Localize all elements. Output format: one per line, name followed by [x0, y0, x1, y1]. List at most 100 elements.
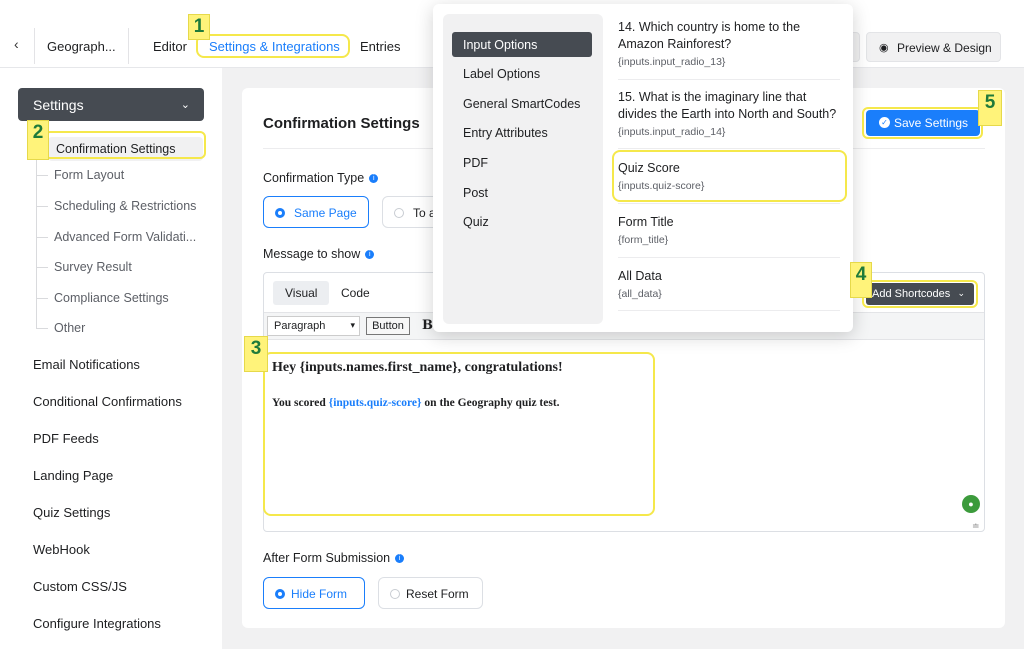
tree-tick [36, 267, 48, 268]
category-entry-attributes[interactable]: Entry Attributes [463, 126, 548, 140]
radio-hide-form[interactable]: Hide Form [263, 577, 365, 609]
insert-button-button[interactable]: Button [366, 317, 410, 335]
sidebar-item-conditional-confirmations[interactable]: Conditional Confirmations [33, 394, 182, 409]
form-name[interactable]: Geograph... [47, 39, 116, 54]
radio-dot [275, 208, 285, 218]
category-post[interactable]: Post [463, 186, 488, 200]
chevron-down-icon: ⌄ [957, 288, 965, 298]
info-icon: i [365, 250, 375, 260]
info-icon: i [395, 554, 405, 564]
paragraph-text: on the Geography quiz test. [421, 397, 560, 409]
shortcode-item-title[interactable]: Form Title [618, 214, 846, 231]
sidebar-item-email-notifications[interactable]: Email Notifications [33, 357, 140, 372]
divider [128, 28, 129, 64]
radio-label: Reset Form [406, 587, 469, 601]
shortcode-text: {inputs.quiz-score} [328, 397, 422, 409]
check-circle-icon: ✓ [879, 117, 890, 128]
tree-tick [36, 298, 48, 299]
divider [618, 310, 840, 311]
page-title: Confirmation Settings [263, 115, 420, 132]
sidebar-item-form-layout[interactable]: Form Layout [54, 168, 124, 182]
preview-design-button[interactable]: ◉ Preview & Design [866, 32, 1001, 62]
tab-settings-integrations[interactable]: Settings & Integrations [209, 39, 340, 54]
sidebar-item-webhook[interactable]: WebHook [33, 542, 90, 557]
tab-entries[interactable]: Entries [360, 39, 400, 54]
shortcode-item-code: {inputs.input_radio_14} [618, 126, 726, 138]
annotation-badge: 3 [244, 336, 268, 372]
divider [618, 148, 840, 149]
annotation-badge: 4 [850, 262, 872, 298]
radio-label: Same Page [294, 206, 357, 220]
preview-label: Preview & Design [897, 41, 992, 55]
sidebar-item-custom-css-js[interactable]: Custom CSS/JS [33, 579, 127, 594]
category-pdf[interactable]: PDF [463, 156, 488, 170]
shortcode-item-code: {all_data} [618, 288, 662, 300]
category-input-options[interactable]: Input Options [452, 32, 592, 57]
sidebar-item-confirmation-settings[interactable]: Confirmation Settings [48, 137, 203, 161]
radio-reset-form[interactable]: Reset Form [378, 577, 483, 609]
radio-same-page[interactable]: Same Page [263, 196, 369, 228]
info-icon: i [369, 174, 379, 184]
tab-visual[interactable]: Visual [273, 281, 330, 305]
category-quiz[interactable]: Quiz [463, 215, 489, 229]
add-shortcodes-label: Add Shortcodes [872, 288, 951, 300]
radio-label: Hide Form [291, 587, 348, 601]
shortcode-item-code: {inputs.input_radio_13} [618, 56, 726, 68]
divider [618, 203, 840, 204]
tree-tick [36, 328, 48, 329]
message-label-text: Message to show [263, 247, 361, 261]
bold-button[interactable]: B [422, 318, 433, 333]
tree-tick [36, 206, 48, 207]
category-general-smartcodes[interactable]: General SmartCodes [463, 97, 580, 111]
confirmation-type-label: Confirmation Type i [263, 171, 379, 185]
sidebar-item-pdf-feeds[interactable]: PDF Feeds [33, 431, 99, 446]
sidebar-item-advanced-validation[interactable]: Advanced Form Validati... [54, 230, 196, 244]
annotation-badge: 5 [978, 90, 1002, 126]
robot-icon[interactable]: ● [962, 495, 980, 513]
divider [618, 257, 840, 258]
sidebar-item-other[interactable]: Other [54, 321, 85, 335]
shortcode-item-title[interactable]: Quiz Score [618, 160, 846, 177]
confirmation-type-text: Confirmation Type [263, 171, 365, 185]
sidebar-item-compliance[interactable]: Compliance Settings [54, 291, 169, 305]
paragraph-select[interactable]: Paragraph ▾ [267, 316, 360, 336]
message-label: Message to show i [263, 247, 375, 261]
tab-editor[interactable]: Editor [153, 39, 187, 54]
tree-tick [36, 237, 48, 238]
shortcode-item-title[interactable]: 14. Which country is home to the Amazon … [618, 19, 846, 53]
annotation-badge: 1 [188, 14, 210, 40]
divider [618, 79, 840, 80]
settings-dropdown[interactable]: Settings ⌄ [18, 88, 204, 121]
resize-handle-icon[interactable]: ≐ [972, 521, 980, 532]
eye-icon: ◉ [879, 42, 889, 54]
sidebar-item-quiz-settings[interactable]: Quiz Settings [33, 505, 110, 520]
caret-down-icon: ▾ [350, 320, 355, 330]
paragraph-select-value: Paragraph [274, 320, 326, 332]
sidebar-item-landing-page[interactable]: Landing Page [33, 468, 113, 483]
after-submission-label: After Form Submission i [263, 551, 405, 565]
save-label: Save Settings [894, 116, 969, 130]
category-label-options[interactable]: Label Options [463, 67, 540, 81]
sidebar-item-configure-integrations[interactable]: Configure Integrations [33, 616, 161, 631]
editor-paragraph[interactable]: You scored {inputs.quiz-score} on the Ge… [272, 397, 560, 409]
radio-dot [390, 589, 400, 599]
divider [34, 28, 35, 64]
editor-heading[interactable]: Hey {inputs.names.first_name}, congratul… [272, 360, 563, 376]
annotation-badge: 2 [27, 120, 49, 160]
chevron-down-icon: ⌄ [180, 99, 190, 111]
sidebar-item-scheduling[interactable]: Scheduling & Restrictions [54, 199, 196, 213]
sidebar-item-survey-result[interactable]: Survey Result [54, 260, 132, 274]
add-shortcodes-button[interactable]: Add Shortcodes ⌄ [866, 283, 974, 305]
shortcode-item-code: {form_title} [618, 234, 669, 246]
paragraph-text: You scored [272, 397, 329, 409]
chevron-left-icon[interactable]: ‹ [14, 36, 19, 52]
shortcode-item-title[interactable]: All Data [618, 268, 846, 285]
tab-code[interactable]: Code [329, 281, 382, 305]
save-settings-button[interactable]: ✓ Save Settings [866, 110, 980, 136]
radio-dot [275, 589, 285, 599]
shortcode-item-code: {inputs.quiz-score} [618, 180, 705, 192]
after-submission-text: After Form Submission [263, 551, 391, 565]
shortcode-item-title[interactable]: 15. What is the imaginary line that divi… [618, 89, 846, 123]
radio-dot [394, 208, 404, 218]
tree-tick [36, 175, 48, 176]
